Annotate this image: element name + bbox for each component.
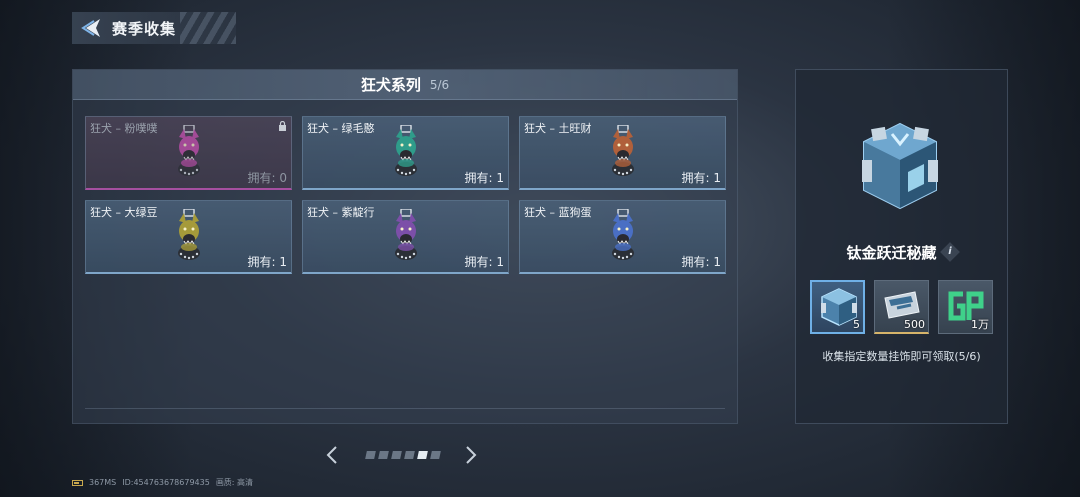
dog-charm-icon bbox=[394, 209, 417, 260]
reward-title: 钛金跃迁秘藏 bbox=[846, 244, 937, 262]
charm-name: 狂犬 – 蓝狗蛋 bbox=[524, 206, 592, 219]
owned-count: 拥有: 0 bbox=[247, 171, 288, 185]
charm-card[interactable]: 狂犬 – 紫靛行 拥有: 1 bbox=[302, 200, 509, 274]
charm-name: 狂犬 – 大绿豆 bbox=[90, 206, 158, 219]
chevron-left-icon bbox=[326, 446, 337, 464]
owned-count: 拥有: 1 bbox=[681, 255, 722, 269]
item-quantity: 500 bbox=[904, 318, 925, 331]
chevron-right-icon bbox=[466, 446, 477, 464]
page-title: 赛季收集 bbox=[112, 19, 177, 38]
page-dot[interactable] bbox=[417, 451, 428, 459]
dog-charm-icon bbox=[394, 125, 417, 176]
page-dots bbox=[365, 451, 441, 459]
page-dot[interactable] bbox=[391, 451, 402, 459]
reward-panel: 钛金跃迁秘藏 i 5 500 1万 收集指定数量挂饰即可领取(5/6) bbox=[795, 69, 1008, 424]
battery-icon bbox=[72, 479, 83, 486]
quality-text: 画质: 高清 bbox=[215, 478, 254, 487]
dog-charm-icon bbox=[611, 209, 634, 260]
page-dot[interactable] bbox=[378, 451, 389, 459]
charm-card[interactable]: 狂犬 – 粉噗噗 拥有: 0 bbox=[85, 116, 292, 190]
owned-count: 拥有: 1 bbox=[464, 255, 505, 269]
charm-grid: 狂犬 – 粉噗噗 拥有: 0 狂犬 – 绿毛憨 拥有: 1 狂犬 – 土旺财 拥… bbox=[85, 116, 726, 274]
dog-charm-icon bbox=[177, 125, 200, 176]
page-dot[interactable] bbox=[365, 451, 376, 459]
dog-charm-icon bbox=[611, 125, 634, 176]
titanium-chest-icon[interactable] bbox=[858, 120, 942, 212]
info-icon[interactable]: i bbox=[939, 242, 960, 262]
page-header: 赛季收集 bbox=[72, 12, 236, 44]
panel-divider bbox=[85, 408, 725, 409]
reward-title-row: 钛金跃迁秘藏 i bbox=[796, 242, 1007, 263]
info-icon-glyph: i bbox=[947, 246, 952, 257]
charm-card[interactable]: 狂犬 – 土旺财 拥有: 1 bbox=[519, 116, 726, 190]
charm-name: 狂犬 – 紫靛行 bbox=[307, 206, 375, 219]
player-id: ID:454763678679435 bbox=[122, 478, 210, 487]
ping-text: 367MS bbox=[89, 478, 117, 487]
page-dot[interactable] bbox=[430, 451, 441, 459]
charm-name: 狂犬 – 土旺财 bbox=[524, 122, 592, 135]
reward-item[interactable]: 1万 bbox=[938, 280, 993, 334]
owned-count: 拥有: 1 bbox=[247, 255, 288, 269]
reward-description: 收集指定数量挂饰即可领取(5/6) bbox=[822, 350, 981, 363]
item-quantity: 1万 bbox=[971, 318, 989, 331]
collection-panel-header: 狂犬系列 5/6 bbox=[73, 70, 737, 100]
charm-name: 狂犬 – 粉噗噗 bbox=[90, 122, 158, 135]
next-page-button[interactable] bbox=[464, 443, 478, 467]
back-arrow-icon bbox=[81, 19, 100, 37]
status-bar: 367MS ID:454763678679435 画质: 高清 bbox=[72, 477, 253, 488]
item-quantity: 5 bbox=[853, 318, 860, 331]
prev-page-button[interactable] bbox=[325, 443, 339, 467]
charm-name: 狂犬 – 绿毛憨 bbox=[307, 122, 375, 135]
reward-items: 5 500 1万 bbox=[810, 280, 993, 334]
reward-item[interactable]: 500 bbox=[874, 280, 929, 334]
dog-charm-icon bbox=[177, 209, 200, 260]
owned-count: 拥有: 1 bbox=[681, 171, 722, 185]
charm-card[interactable]: 狂犬 – 蓝狗蛋 拥有: 1 bbox=[519, 200, 726, 274]
owned-count: 拥有: 1 bbox=[464, 171, 505, 185]
series-title: 狂犬系列 bbox=[360, 76, 421, 94]
reward-item[interactable]: 5 bbox=[810, 280, 865, 334]
charm-card[interactable]: 狂犬 – 大绿豆 拥有: 1 bbox=[85, 200, 292, 274]
charm-card[interactable]: 狂犬 – 绿毛憨 拥有: 1 bbox=[302, 116, 509, 190]
series-count: 5/6 bbox=[429, 77, 450, 92]
collection-panel: 狂犬系列 5/6 狂犬 – 粉噗噗 拥有: 0 狂犬 – 绿毛憨 拥有: 1 狂… bbox=[72, 69, 738, 424]
pagination bbox=[325, 443, 485, 467]
lock-icon bbox=[279, 121, 286, 131]
back-button[interactable] bbox=[72, 12, 112, 44]
page-dot[interactable] bbox=[404, 451, 415, 459]
header-decor-stripes bbox=[180, 12, 236, 44]
